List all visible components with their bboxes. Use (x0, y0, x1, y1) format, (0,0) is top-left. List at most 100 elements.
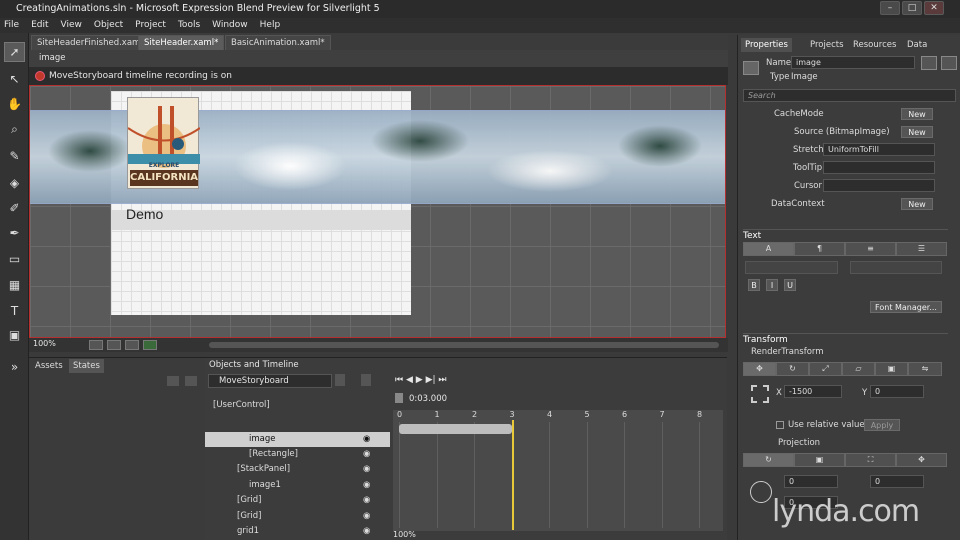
snap-snaplines-icon[interactable] (143, 340, 157, 350)
close-storyboard-icon[interactable] (335, 374, 345, 386)
center-point-tab-icon[interactable]: ▣ (875, 362, 908, 376)
bold-button[interactable]: B (748, 279, 760, 291)
rotate-tab-icon[interactable]: ↻ (776, 362, 809, 376)
translate-x-field[interactable]: -1500 (784, 385, 842, 398)
menu-project[interactable]: Project (135, 18, 166, 33)
snap-grid-icon[interactable] (125, 340, 139, 350)
object-tree-row[interactable]: image ◉ (205, 432, 390, 447)
projection-x-field[interactable]: 0 (784, 475, 838, 488)
record-icon[interactable] (35, 71, 45, 81)
timeline-playhead[interactable] (511, 420, 514, 530)
projection-label[interactable]: Projection (778, 438, 820, 448)
artboard[interactable]: Demo EXPLORE CALIFORNIA (29, 85, 726, 338)
time-display[interactable]: 0:03.000 (409, 394, 447, 404)
tab-projects[interactable]: Projects (806, 38, 848, 52)
cursor-select[interactable] (823, 179, 935, 192)
object-tree-row[interactable]: image1 ◉ (205, 478, 390, 493)
font-family-select[interactable] (745, 261, 838, 274)
prev-frame-icon[interactable]: ◀ (406, 375, 413, 385)
rectangle-tool-icon[interactable]: ▭ (4, 249, 25, 269)
paragraph-tab-icon[interactable]: ¶ (794, 242, 845, 256)
menu-tools[interactable]: Tools (178, 18, 200, 33)
first-frame-icon[interactable]: ⏮ (395, 375, 403, 385)
font-size-select[interactable] (850, 261, 942, 274)
name-field[interactable]: image (791, 56, 915, 69)
new-storyboard-icon[interactable] (361, 374, 371, 386)
text-section-header[interactable]: Text (743, 229, 948, 241)
tab-assets[interactable]: Assets (31, 359, 67, 373)
add-transition-icon[interactable] (185, 376, 197, 386)
add-state-group-icon[interactable] (167, 376, 179, 386)
breadcrumb-item[interactable]: image (39, 53, 65, 63)
paint-bucket-tool-icon[interactable]: ◈ (4, 173, 25, 193)
tab-siteheaderfinished[interactable]: SiteHeaderFinished.xaml (31, 35, 149, 50)
grid-tool-icon[interactable]: ▦ (4, 275, 25, 295)
play-icon[interactable]: ▶ (416, 375, 423, 385)
visibility-eye-icon[interactable]: ◉ (363, 493, 370, 508)
tab-data[interactable]: Data (903, 38, 931, 52)
menu-help[interactable]: Help (260, 18, 281, 33)
expand-panels-icon[interactable]: » (4, 357, 25, 377)
object-tree-row[interactable]: grid1 ◉ (205, 524, 390, 539)
brush-tool-icon[interactable]: ✐ (4, 198, 25, 218)
last-frame-icon[interactable]: ⏭ (438, 375, 446, 385)
minimize-button[interactable]: – (880, 1, 900, 15)
tab-states[interactable]: States (69, 359, 104, 373)
pen-tool-icon[interactable]: ✒ (4, 223, 25, 243)
events-icon[interactable] (941, 56, 957, 70)
object-tree-row[interactable]: [UserControl] (205, 398, 390, 413)
menu-window[interactable]: Window (212, 18, 248, 33)
search-input[interactable]: Search (743, 89, 956, 102)
projection-center-tab-icon[interactable]: ▣ (794, 453, 845, 467)
properties-icon[interactable] (921, 56, 937, 70)
menu-edit[interactable]: Edit (31, 18, 48, 33)
control-tool-icon[interactable]: ▣ (4, 325, 25, 345)
menu-object[interactable]: Object (94, 18, 123, 33)
flip-tab-icon[interactable]: ⇋ (908, 362, 942, 376)
close-button[interactable]: ✕ (924, 1, 944, 15)
projection-y-field[interactable]: 0 (870, 475, 924, 488)
visibility-eye-icon[interactable]: ◉ (363, 524, 370, 539)
selection-tool-icon[interactable]: ➚ (4, 42, 25, 62)
menu-view[interactable]: View (61, 18, 82, 33)
list-tab-icon[interactable]: ☰ (896, 242, 947, 256)
object-tree-row[interactable]: [StackPanel] ◉ (205, 462, 390, 477)
fx-icon[interactable] (89, 340, 103, 350)
object-tree-row[interactable]: [Grid] ◉ (205, 493, 390, 508)
visibility-eye-icon[interactable]: ◉ (363, 509, 370, 524)
font-tab-icon[interactable]: A (743, 242, 794, 256)
tab-resources[interactable]: Resources (849, 38, 900, 52)
visibility-eye-icon[interactable]: ◉ (363, 462, 370, 477)
apply-button[interactable]: Apply (864, 419, 900, 431)
artboard-hscroll[interactable] (209, 342, 719, 348)
tooltip-field[interactable] (823, 161, 935, 174)
object-tree-row[interactable]: [Rectangle] ◉ (205, 447, 390, 462)
projection-local-tab-icon[interactable]: ✥ (896, 453, 947, 467)
artboard-zoom[interactable]: 100% (33, 339, 56, 348)
font-manager-button[interactable]: Font Manager... (870, 301, 942, 313)
maximize-button[interactable]: □ (902, 1, 922, 15)
projection-rotate-tab-icon[interactable]: ↻ (743, 453, 794, 467)
pan-tool-icon[interactable]: ✋ (4, 94, 25, 114)
source-new-button[interactable]: New (901, 126, 933, 138)
tab-properties[interactable]: Properties (741, 38, 792, 52)
storyboard-select[interactable]: MoveStoryboard (208, 374, 332, 388)
keyframe-span-bar[interactable] (399, 424, 512, 434)
text-tool-icon[interactable]: T (4, 301, 25, 321)
tab-basicanimation[interactable]: BasicAnimation.xaml* (225, 35, 331, 50)
object-tree-row[interactable]: [Grid] ◉ (205, 509, 390, 524)
stretch-select[interactable]: UniformToFill (823, 143, 935, 156)
visibility-eye-icon[interactable]: ◉ (363, 447, 370, 462)
tab-siteheader[interactable]: SiteHeader.xaml* (138, 35, 225, 50)
record-keyframe-icon[interactable] (395, 393, 403, 403)
zoom-tool-icon[interactable]: ⌕ (4, 119, 25, 139)
datacontext-new-button[interactable]: New (901, 198, 933, 210)
underline-button[interactable]: U (784, 279, 796, 291)
cachemode-new-button[interactable]: New (901, 108, 933, 120)
menu-file[interactable]: File (4, 18, 19, 33)
line-indent-tab-icon[interactable]: ≡ (845, 242, 896, 256)
skew-tab-icon[interactable]: ▱ (842, 362, 875, 376)
scale-tab-icon[interactable]: ⤢ (809, 362, 842, 376)
timeline-zoom[interactable]: 100% (393, 530, 416, 539)
italic-button[interactable]: I (766, 279, 778, 291)
